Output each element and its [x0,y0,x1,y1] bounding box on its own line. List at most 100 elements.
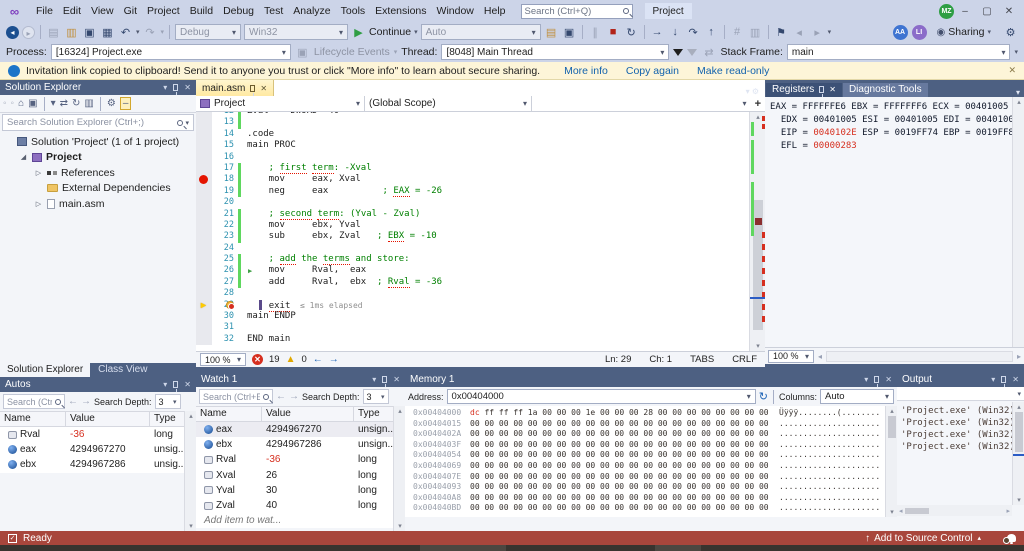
memory-title[interactable]: Memory 1 ▾ ✕ [405,372,897,387]
breakpoint-margin[interactable] [196,117,212,128]
output-hscrollbar[interactable]: ◂ ▸ [897,505,1012,516]
code-text[interactable]: .code [247,129,749,140]
breakpoint-margin[interactable] [196,288,212,299]
memory-row[interactable]: 0x0040403F00 00 00 00 00 00 00 00 00 00 … [413,440,885,451]
preview-selected-items-icon[interactable]: – [120,97,132,110]
lifecycle-events-dropdown[interactable]: Lifecycle Events [314,46,390,58]
refresh-icon[interactable]: ↻ [72,98,80,109]
line-indicator[interactable]: Ln: 29 [605,354,631,365]
step-out-icon[interactable]: ↑ [704,26,719,38]
autos-search-input[interactable]: Search (Ctrl- [3,394,65,409]
menu-extensions[interactable]: Extensions [370,5,431,17]
tab-main-asm[interactable]: main.asm ✕ [196,80,274,96]
eol-indicator[interactable]: CRLF [732,354,757,365]
menu-help[interactable]: Help [479,5,511,17]
window-position-icon[interactable]: ▾ [1016,88,1024,97]
code-text[interactable]: mov eax, Xval [247,174,749,185]
output-title[interactable]: Output ▾ ✕ [897,372,1024,387]
tab-diagnostic-tools[interactable]: Diagnostic Tools [843,83,928,97]
breakpoint-margin[interactable] [196,174,212,185]
breakpoint-margin[interactable]: ► [196,300,212,311]
home-icon[interactable]: ⌂ [18,98,24,109]
variable-row[interactable]: ebx4294967286unsign... [196,437,405,452]
code-area[interactable]: 12Zval DWORD 401314.code15main PROC1617 … [196,112,749,351]
memory-row[interactable]: 0x004040A800 00 00 00 00 00 00 00 00 00 … [413,493,885,504]
pin-icon[interactable] [173,381,178,388]
variable-row[interactable]: ebx4294967286unsig... [0,457,196,472]
memory-row[interactable]: 0x004040BD00 00 00 00 00 00 00 00 00 00 … [413,503,885,514]
variable-row[interactable]: eax4294967270unsig... [0,442,196,457]
address-input[interactable]: 0x00404000▾ [447,389,756,404]
add-to-source-control-button[interactable]: Add to Source Control [874,533,972,544]
search-depth-dropdown[interactable]: 3▾ [363,389,389,404]
search-back-icon[interactable]: ← [68,396,78,407]
column-header[interactable]: Name [0,412,66,426]
navigate-forward-icon[interactable]: ▸ [22,26,35,39]
horizontal-scrollbar[interactable] [826,351,1013,362]
memory-row[interactable]: 0x0040402A00 00 00 00 00 00 00 00 00 00 … [413,429,885,440]
breakpoint-margin[interactable] [196,197,212,208]
close-icon[interactable]: ✕ [260,84,267,93]
back-icon[interactable]: ◦ [3,98,7,109]
breakpoint-margin[interactable] [196,265,212,276]
watch-title[interactable]: Watch 1 ▾ ✕ [196,372,405,387]
error-icon[interactable]: ✕ [252,354,263,365]
pin-icon[interactable] [250,85,255,92]
avatar[interactable]: LI [912,25,927,40]
tab-class-view[interactable]: Class View [91,363,154,377]
code-text[interactable] [247,243,749,254]
window-position-icon[interactable]: ▾ [372,375,376,384]
undo-group-icon[interactable]: ▥ [748,26,763,39]
search-forward-icon[interactable]: → [81,396,91,407]
code-text[interactable] [247,322,749,333]
pin-icon[interactable] [1001,376,1006,383]
close-button[interactable]: ✕ [998,6,1020,17]
menu-view[interactable]: View [86,5,119,17]
warning-icon[interactable]: ▲ [286,354,296,365]
breakpoint-margin[interactable] [196,231,212,242]
close-icon[interactable]: ✕ [393,375,400,384]
new-file-icon[interactable]: ▤ [46,26,61,39]
code-text[interactable]: neg eax ; EAX = -26 [247,186,749,197]
search-depth-dropdown[interactable]: 3▾ [155,394,181,409]
code-text[interactable]: ; add the terms and store: [247,254,749,265]
menu-window[interactable]: Window [432,5,479,17]
platform-dropdown[interactable]: Win32▾ [244,24,348,40]
navigate-forward-icon[interactable]: → [329,354,339,365]
breakpoint-margin[interactable] [196,129,212,140]
code-text[interactable]: main ENDP [247,311,749,322]
code-text[interactable]: ; second term: (Yval - Zval) [247,209,749,220]
breakpoint-margin[interactable] [196,209,212,220]
menu-test[interactable]: Test [259,5,288,17]
variable-row[interactable]: Xval26long [196,468,405,483]
output-scrollbar[interactable]: ▴▾ [1012,402,1024,505]
sharing-dropdown[interactable]: Sharing [948,26,984,38]
search-input[interactable]: Search (Ctrl+Q) [521,4,633,19]
save-icon[interactable]: ▣ [82,26,97,39]
variable-row[interactable]: eax4294967270unsign... [196,422,405,437]
code-text[interactable] [247,197,749,208]
continue-icon[interactable]: ▶ [351,26,366,39]
variable-row[interactable]: Yval30long [196,483,405,498]
feedback-icon[interactable]: ⚙ [1003,26,1018,39]
member-scope-dropdown[interactable]: ▾ + [532,96,765,111]
menu-build[interactable]: Build [185,5,218,17]
avatar[interactable]: AA [893,25,908,40]
expander-icon[interactable]: ▷ [34,200,43,208]
breakpoint-margin[interactable] [196,254,212,265]
memory-row[interactable]: 0x0040406900 00 00 00 00 00 00 00 00 00 … [413,461,885,472]
restart-icon[interactable]: ↻ [624,26,639,39]
breakpoint-margin[interactable] [196,220,212,231]
scroll-right-icon[interactable]: ▸ [1017,352,1021,361]
search-back-icon[interactable]: ← [276,391,286,402]
memory-row[interactable]: 0x0040407E00 00 00 00 00 00 00 00 00 00 … [413,472,885,483]
memory-row[interactable]: 0x0040409300 00 00 00 00 00 00 00 00 00 … [413,482,885,493]
solution-config-dropdown[interactable]: Debug▾ [175,24,241,40]
menu-edit[interactable]: Edit [58,5,86,17]
menu-git[interactable]: Git [119,5,142,17]
registers-scrollbar[interactable]: ▴ [1012,97,1024,347]
maximize-button[interactable]: ▢ [976,6,998,17]
breakpoint-margin[interactable] [196,152,212,163]
project-scope-dropdown[interactable]: Project▾ [196,96,365,111]
properties-icon[interactable]: ⚙ [107,98,116,109]
